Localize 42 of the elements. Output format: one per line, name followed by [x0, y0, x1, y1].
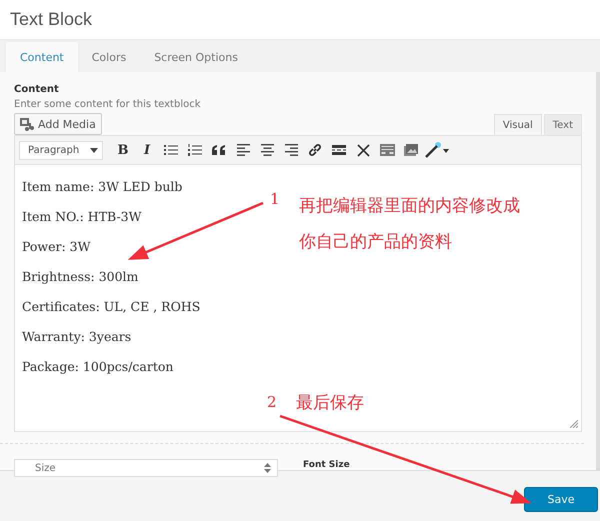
resize-handle-icon[interactable]: [570, 420, 578, 428]
keyboard-icon[interactable]: [380, 144, 394, 156]
size-select[interactable]: Size: [14, 459, 278, 477]
content-label: Content: [14, 84, 60, 95]
editor-paragraph: Power: 3W: [22, 238, 90, 256]
editor-paragraph: Item name: 3W LED bulb: [22, 178, 182, 196]
editor-paragraph: Item NO.: HTB-3W: [22, 208, 142, 226]
format-button[interactable]: I: [135, 138, 159, 162]
content-description: Enter some content for this textblock: [14, 99, 202, 110]
read-more-icon[interactable]: [332, 145, 346, 155]
numbered-list-icon[interactable]: [188, 144, 202, 156]
annotation-number: 2: [267, 393, 277, 411]
editor-mode-tab[interactable]: Visual: [494, 114, 542, 135]
font-size-label: Font Size: [303, 460, 350, 470]
editor-mode-tab[interactable]: Text: [544, 114, 582, 135]
window-title: Text Block: [0, 0, 600, 40]
align-right-icon[interactable]: [284, 144, 298, 156]
link-icon[interactable]: [308, 143, 322, 157]
media-icon: [20, 118, 34, 130]
fullscreen-icon[interactable]: [356, 144, 370, 156]
annotation-number: 1: [270, 190, 280, 208]
caret-icon: [90, 148, 98, 152]
align-left-icon[interactable]: [236, 144, 250, 156]
editor-paragraph: Warranty: 3years: [22, 328, 132, 346]
editor-paragraph: Package: 100pcs/carton: [22, 358, 174, 376]
editor-paragraph: Brightness: 300lm: [22, 268, 138, 286]
annotation-text: 最后保存: [296, 392, 364, 415]
align-center-icon[interactable]: [260, 144, 274, 156]
bullet-list-icon[interactable]: [164, 144, 178, 156]
spinner-arrows-icon: [264, 463, 271, 473]
tab[interactable]: Content: [6, 42, 78, 72]
tab[interactable]: Screen Options: [140, 42, 252, 72]
tab[interactable]: Colors: [78, 42, 140, 72]
image-icon[interactable]: [404, 144, 418, 156]
add-media-button[interactable]: Add Media: [14, 113, 102, 135]
magic-wand-icon[interactable]: [425, 142, 451, 158]
quote-icon[interactable]: [212, 145, 226, 155]
format-button[interactable]: B: [111, 138, 135, 162]
format-select[interactable]: Paragraph: [19, 140, 103, 160]
annotation-text: 再把编辑器里面的内容修改成 你自己的产品的资料: [299, 195, 520, 254]
editor-paragraph: Certificates: UL, CE , ROHS: [22, 298, 200, 316]
save-button[interactable]: Save: [524, 486, 598, 512]
